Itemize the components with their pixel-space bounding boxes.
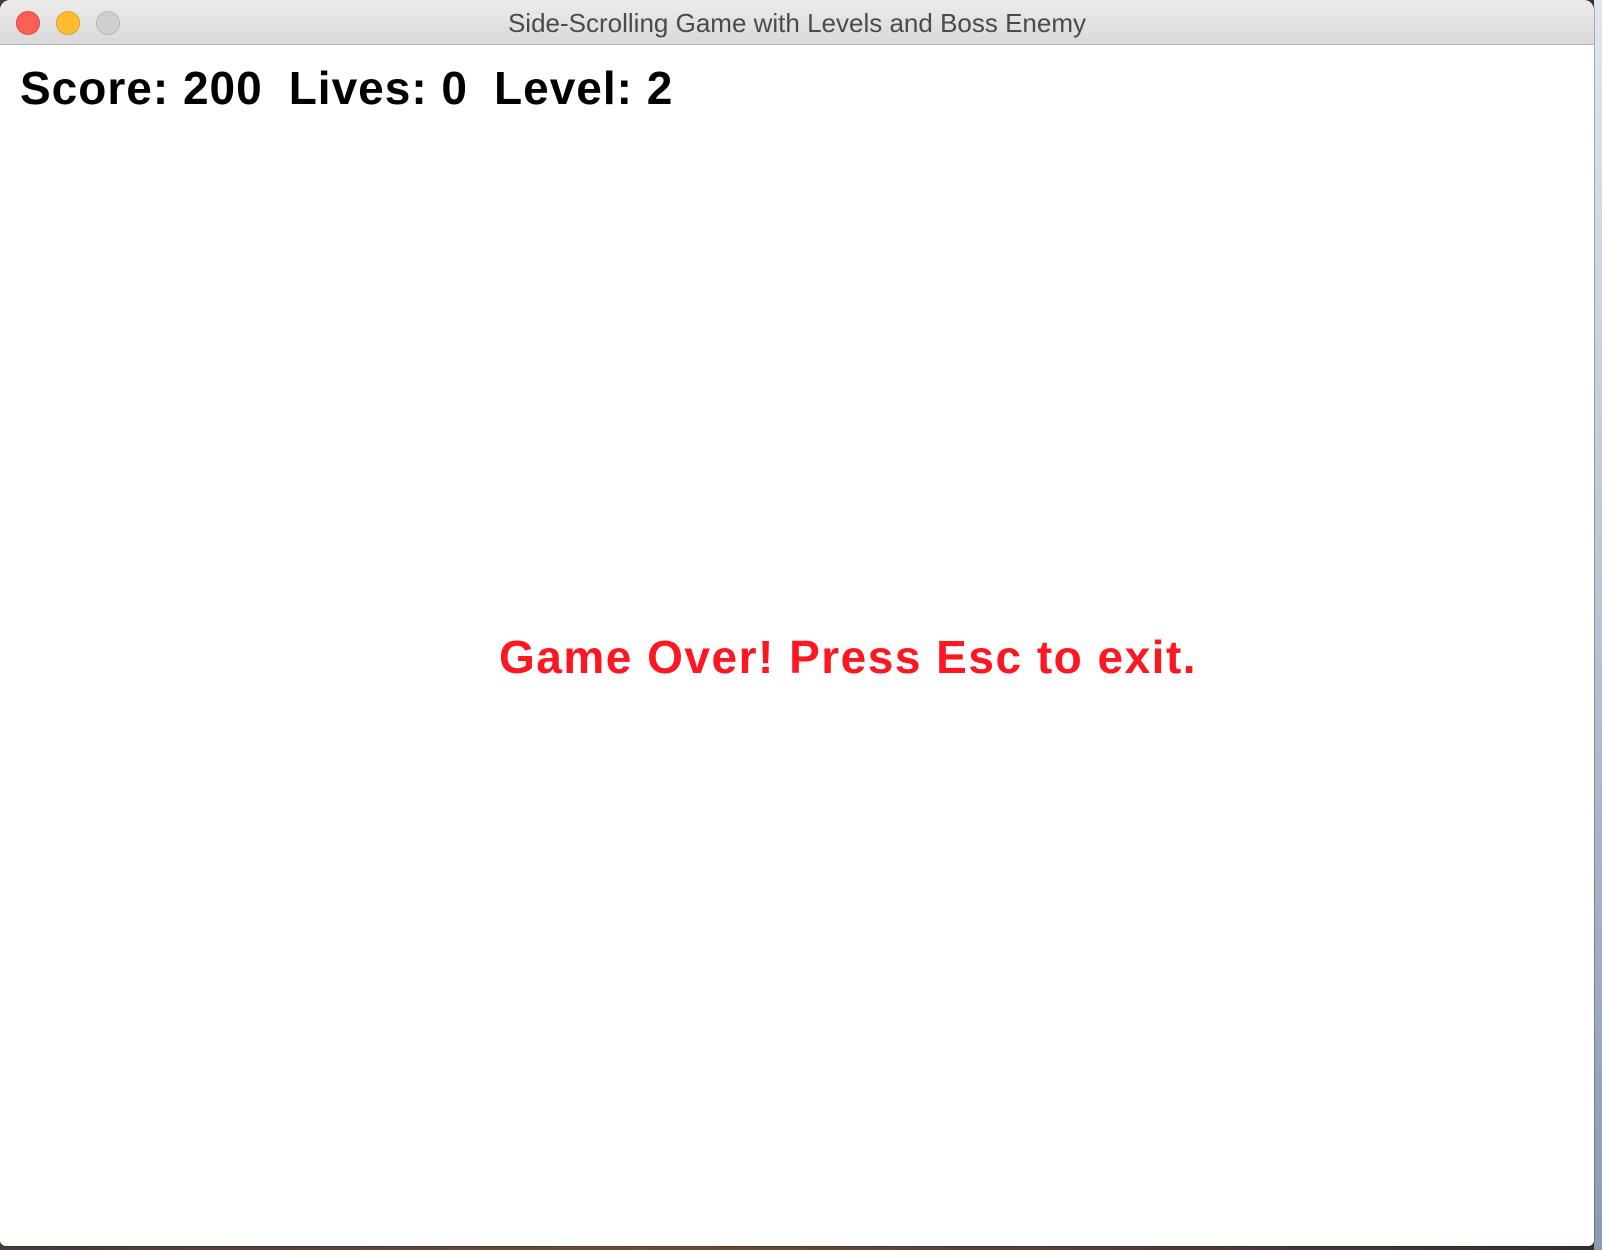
title-bar[interactable]: Side-Scrolling Game with Levels and Boss… <box>0 0 1594 45</box>
score-display: Score: 200 <box>20 62 263 114</box>
window-title: Side-Scrolling Game with Levels and Boss… <box>507 8 1087 38</box>
desktop: Side-Scrolling Game with Levels and Boss… <box>0 0 1602 1250</box>
background-window-edge <box>1594 0 1602 1250</box>
level-display: Level: 2 <box>494 62 674 114</box>
game-canvas[interactable]: Score: 200 Lives: 0 Level: 2 Game Over! … <box>0 45 1594 1246</box>
game-window: Side-Scrolling Game with Levels and Boss… <box>0 0 1594 1246</box>
hud: Score: 200 Lives: 0 Level: 2 <box>20 61 673 115</box>
lives-display: Lives: 0 <box>288 62 469 114</box>
game-over-message: Game Over! Press Esc to exit. <box>499 631 1198 683</box>
